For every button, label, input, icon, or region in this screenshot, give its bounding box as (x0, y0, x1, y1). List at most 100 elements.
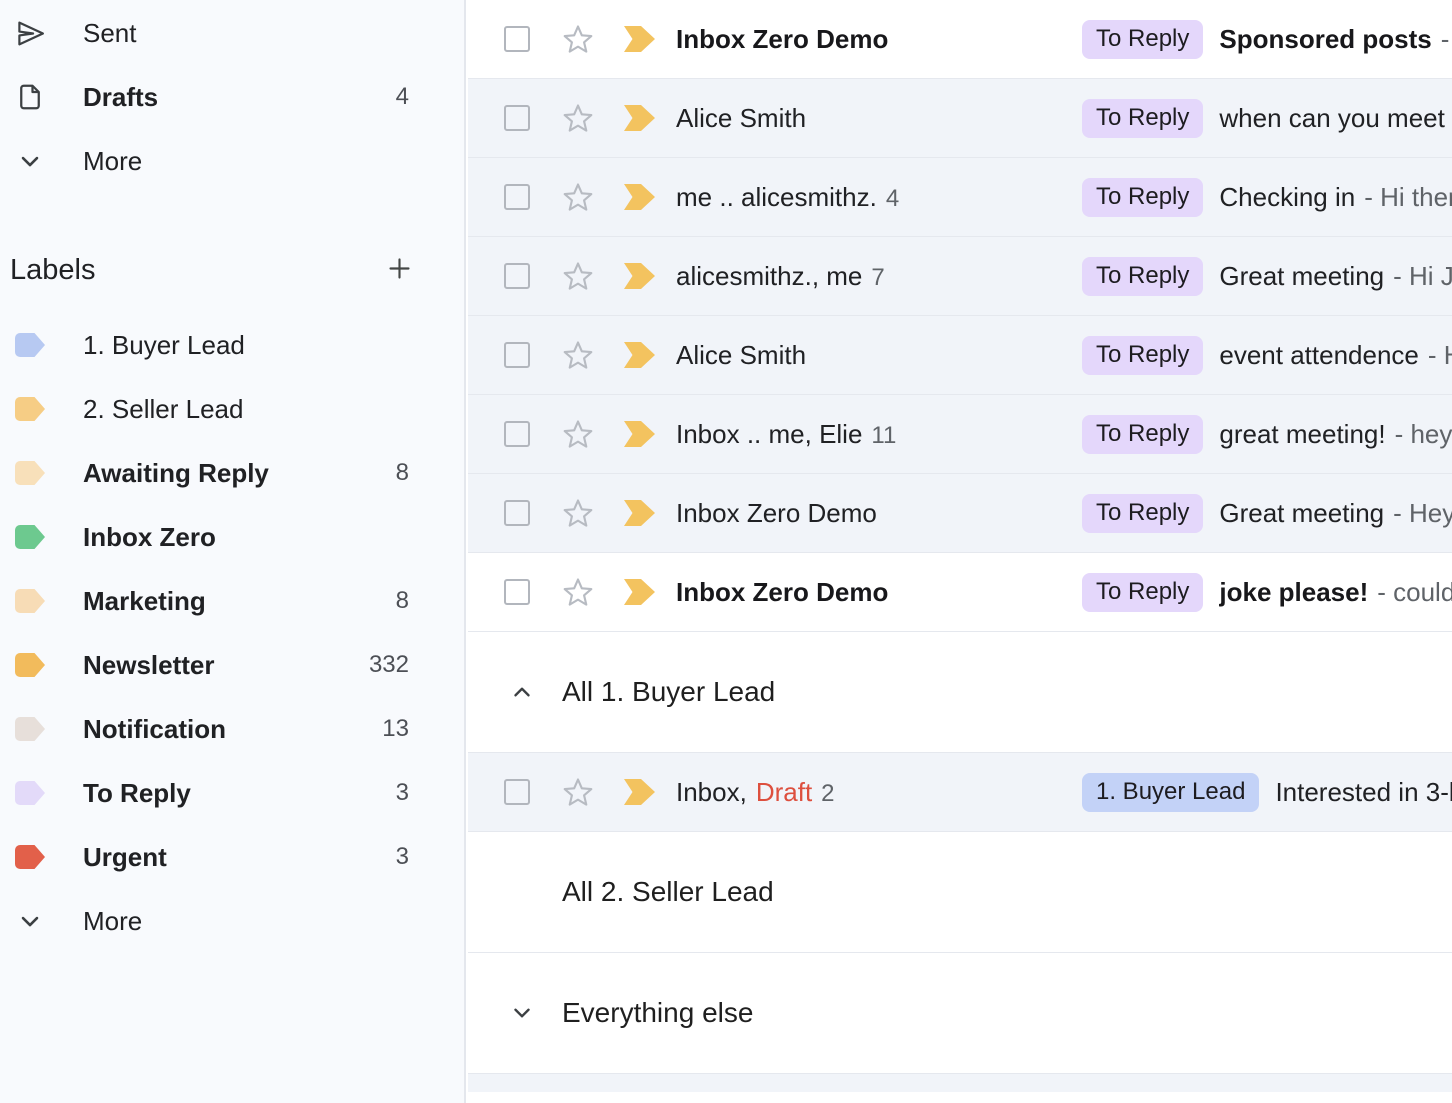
sidebar-label-awaiting-reply[interactable]: Awaiting Reply 8 (0, 441, 464, 505)
create-label-button[interactable] (386, 255, 413, 285)
snippet: - could (1377, 577, 1452, 607)
subject-line: when can you meet (1219, 103, 1444, 134)
subject-line: Great meeting- Hey (1219, 498, 1452, 529)
sidebar-label-buyer-lead[interactable]: 1. Buyer Lead (0, 313, 464, 377)
star-icon[interactable] (561, 496, 595, 530)
select-checkbox[interactable] (504, 779, 530, 805)
label-tag-icon (14, 588, 46, 614)
importance-marker-icon[interactable] (622, 26, 655, 52)
label-badge[interactable]: To Reply (1082, 178, 1203, 217)
snippet: - (1441, 24, 1450, 54)
sidebar-label-urgent[interactable]: Urgent 3 (0, 825, 464, 889)
snippet: - Hi ther (1364, 182, 1452, 212)
label-tag-icon (14, 716, 46, 742)
section-header-seller-lead[interactable]: All 2. Seller Lead (468, 832, 1452, 953)
email-row[interactable]: me .. alicesmithz. 4 To Reply Checking in… (468, 158, 1452, 237)
sender: Inbox .. me, Elie (676, 419, 862, 450)
importance-marker-icon[interactable] (622, 105, 655, 131)
label-badge[interactable]: To Reply (1082, 20, 1203, 59)
chevron-down-icon (14, 907, 46, 935)
sidebar-label-marketing[interactable]: Marketing 8 (0, 569, 464, 633)
star-icon[interactable] (561, 775, 595, 809)
select-checkbox[interactable] (504, 421, 530, 447)
email-row[interactable]: alicesmithz., me7 To Reply Great meeting… (468, 237, 1452, 316)
email-row[interactable]: Alice Smith To Reply when can you meet (468, 79, 1452, 158)
label-badge[interactable]: To Reply (1082, 415, 1203, 454)
sender: Inbox, (676, 777, 747, 808)
sidebar-item-drafts[interactable]: Drafts 4 (0, 65, 464, 129)
labels-title: Labels (10, 254, 95, 287)
label-name: Marketing (83, 586, 206, 617)
label-badge[interactable]: To Reply (1082, 494, 1203, 533)
star-icon[interactable] (561, 22, 595, 56)
label-name: Awaiting Reply (83, 458, 269, 489)
sender: alicesmithz., me (676, 261, 862, 292)
select-checkbox[interactable] (504, 342, 530, 368)
sidebar-item-label: More (83, 906, 142, 937)
section-title: All 1. Buyer Lead (562, 676, 775, 708)
importance-marker-icon[interactable] (622, 500, 655, 526)
subject-line: joke please!- could (1219, 577, 1452, 608)
label-badge[interactable]: 1. Buyer Lead (1082, 773, 1259, 812)
select-checkbox[interactable] (504, 263, 530, 289)
subject-line: Interested in 3-b (1275, 777, 1452, 808)
star-icon[interactable] (561, 180, 595, 214)
label-badge[interactable]: To Reply (1082, 257, 1203, 296)
thread-count: 4 (886, 185, 899, 213)
label-tag-icon (14, 844, 46, 870)
importance-marker-icon[interactable] (622, 184, 655, 210)
subject: Checking in (1219, 182, 1355, 212)
star-icon[interactable] (561, 259, 595, 293)
star-icon[interactable] (561, 101, 595, 135)
email-row[interactable]: Inbox Zero Demo To Reply Great meeting- … (468, 474, 1452, 553)
email-row[interactable]: Inbox,Draft2 1. Buyer Lead Interested in… (468, 753, 1452, 832)
subject: Interested in 3-b (1275, 777, 1452, 807)
label-tag-icon (14, 396, 46, 422)
subject-line: great meeting!- hey (1219, 419, 1452, 450)
email-row[interactable]: Inbox .. me, Elie 11 To Reply great meeti… (468, 395, 1452, 474)
importance-marker-icon[interactable] (622, 263, 655, 289)
email-row[interactable]: Inbox Zero Demo To Reply joke please!- c… (468, 553, 1452, 632)
unread-count: 332 (369, 651, 409, 679)
sidebar-label-inbox-zero[interactable]: Inbox Zero (0, 505, 464, 569)
select-checkbox[interactable] (504, 26, 530, 52)
select-checkbox[interactable] (504, 579, 530, 605)
importance-marker-icon[interactable] (622, 779, 655, 805)
star-icon[interactable] (561, 417, 595, 451)
chevron-up-icon[interactable] (509, 679, 535, 705)
unread-count: 4 (396, 83, 409, 111)
section-header-buyer-lead[interactable]: All 1. Buyer Lead (468, 632, 1452, 753)
subject-line: Checking in - Hi ther (1219, 182, 1452, 213)
sidebar-item-sent[interactable]: Sent (0, 1, 464, 65)
unread-count: 8 (396, 587, 409, 615)
chevron-down-icon (14, 147, 46, 175)
importance-marker-icon[interactable] (622, 342, 655, 368)
label-badge[interactable]: To Reply (1082, 573, 1203, 612)
select-checkbox[interactable] (504, 105, 530, 131)
sender: me .. alicesmithz. (676, 182, 877, 213)
sidebar-item-more[interactable]: More (0, 129, 464, 193)
chevron-down-icon[interactable] (509, 1000, 535, 1026)
importance-marker-icon[interactable] (622, 579, 655, 605)
sidebar-label-to-reply[interactable]: To Reply 3 (0, 761, 464, 825)
label-badge[interactable]: To Reply (1082, 99, 1203, 138)
sidebar-label-newsletter[interactable]: Newsletter 332 (0, 633, 464, 697)
sidebar-label-seller-lead[interactable]: 2. Seller Lead (0, 377, 464, 441)
star-icon[interactable] (561, 575, 595, 609)
label-badge[interactable]: To Reply (1082, 336, 1203, 375)
star-icon[interactable] (561, 338, 595, 372)
email-row[interactable]: Inbox Zero Demo To Reply Sponsored posts… (468, 0, 1452, 79)
sidebar-labels-more[interactable]: More (0, 889, 464, 953)
select-checkbox[interactable] (504, 500, 530, 526)
unread-count: 8 (396, 459, 409, 487)
snippet: - H (1428, 340, 1452, 370)
importance-marker-icon[interactable] (622, 421, 655, 447)
sidebar-item-label: Sent (83, 18, 137, 49)
email-row[interactable]: Alice Smith To Reply event attendence- H (468, 316, 1452, 395)
snippet: - hey (1395, 419, 1452, 449)
select-checkbox[interactable] (504, 184, 530, 210)
sidebar-label-notification[interactable]: Notification 13 (0, 697, 464, 761)
section-header-everything-else[interactable]: Everything else (468, 953, 1452, 1074)
thread-count: 11 (871, 422, 896, 450)
sender: Inbox Zero Demo (676, 498, 877, 529)
